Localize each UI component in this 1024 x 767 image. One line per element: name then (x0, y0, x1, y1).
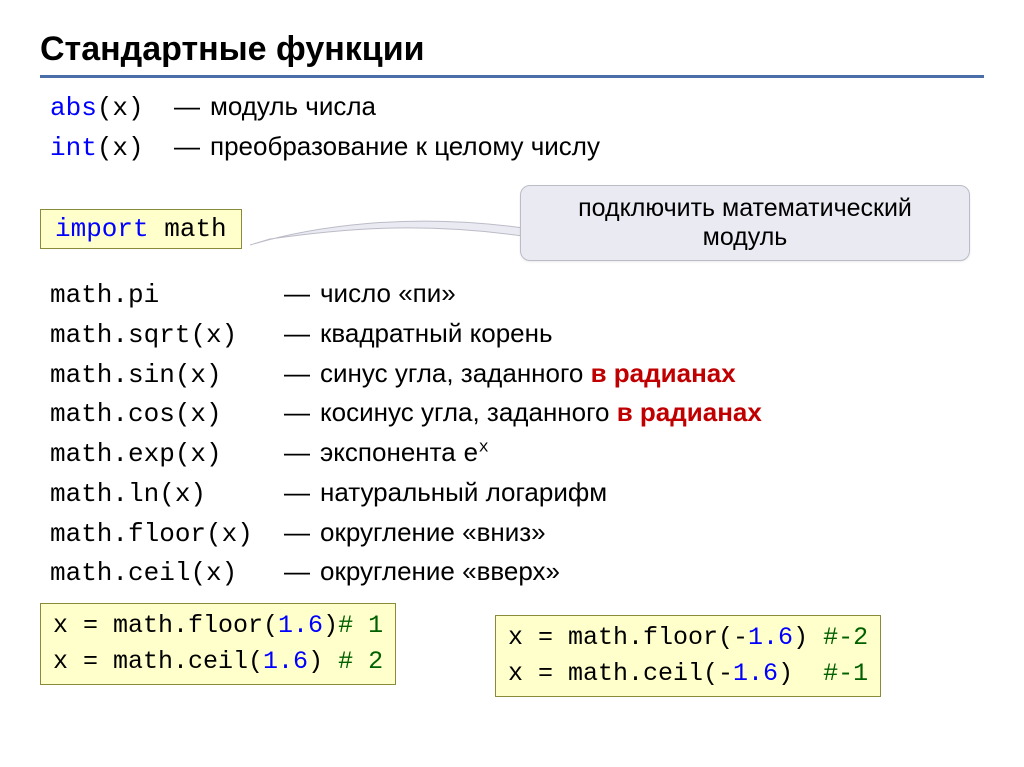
dash: — (284, 474, 310, 512)
ex-r2-b: ) (778, 659, 823, 688)
floor-args: (x) (206, 519, 253, 549)
ln-desc: натуральный логарифм (320, 474, 607, 512)
abs-desc: модуль числа (210, 88, 376, 126)
cos-red: в радианах (617, 397, 762, 427)
ex-r2-num: 1.6 (733, 659, 778, 688)
sin-code: math.sin (50, 360, 175, 390)
sqrt-args: (x) (190, 320, 237, 350)
callout-box: подключить математический модуль (520, 185, 970, 261)
pi-desc: число «пи» (320, 275, 456, 313)
exp-e: e (463, 439, 479, 469)
sqrt-code: math.sqrt (50, 320, 190, 350)
dash: — (284, 394, 310, 432)
row-ceil: math.ceil(x) — округление «вверх» (50, 553, 984, 593)
sin-red: в радианах (591, 358, 736, 388)
dash: — (284, 434, 310, 472)
import-keyword: import (55, 214, 149, 244)
dash: — (174, 88, 200, 126)
exp-desc: экспонента (320, 437, 463, 467)
ceil-code: math.ceil (50, 558, 190, 588)
row-abs: abs(x) — модуль числа (50, 88, 984, 128)
floor-desc: округление «вниз» (320, 514, 546, 552)
dash: — (284, 553, 310, 591)
example-right-box: x = math.floor(-1.6) #-2 x = math.ceil(-… (495, 615, 881, 698)
ex-l2-num: 1.6 (263, 647, 308, 676)
int-args: (x) (97, 133, 144, 163)
exp-args: (x) (175, 439, 222, 469)
import-code-box: import math (40, 209, 242, 249)
math-functions: math.pi — число «пи» math.sqrt(x) — квад… (50, 275, 984, 593)
examples-area: x = math.floor(1.6)# 1 x = math.ceil(1.6… (40, 603, 984, 698)
row-int: int(x) — преобразование к целому числу (50, 128, 984, 168)
sqrt-desc: квадратный корень (320, 315, 553, 353)
exp-code: math.exp (50, 439, 175, 469)
ex-l2-a: x = math.ceil( (53, 647, 263, 676)
example-left-box: x = math.floor(1.6)# 1 x = math.ceil(1.6… (40, 603, 396, 686)
ex-r2-c: #-1 (823, 659, 868, 688)
ceil-desc: округление «вверх» (320, 553, 560, 591)
cos-args: (x) (175, 399, 222, 429)
row-sqrt: math.sqrt(x) — квадратный корень (50, 315, 984, 355)
dash: — (284, 275, 310, 313)
row-sin: math.sin(x) — синус угла, заданного в ра… (50, 355, 984, 395)
row-pi: math.pi — число «пи» (50, 275, 984, 315)
cos-desc: косинус угла, заданного (320, 397, 617, 427)
slide: Стандартные функции abs(x) — модуль числ… (0, 0, 1024, 728)
ex-l1-c: # 1 (338, 611, 383, 640)
sin-args: (x) (175, 360, 222, 390)
row-exp: math.exp(x) — экспонента ex (50, 434, 984, 474)
ex-l1-num: 1.6 (278, 611, 323, 640)
exp-sup: x (479, 438, 489, 457)
dash: — (284, 355, 310, 393)
row-cos: math.cos(x) — косинус угла, заданного в … (50, 394, 984, 434)
ex-r1-num: 1.6 (748, 623, 793, 652)
slide-title: Стандартные функции (40, 30, 984, 78)
ex-l1-a: x = math.floor( (53, 611, 278, 640)
ex-r1-a: x = math.floor(- (508, 623, 748, 652)
abs-args: (x) (97, 93, 144, 123)
ex-r2-a: x = math.ceil(- (508, 659, 733, 688)
abs-fn: abs (50, 93, 97, 123)
dash: — (284, 315, 310, 353)
callout-arrow (250, 217, 530, 247)
ex-l1-b: ) (323, 611, 338, 640)
basic-functions: abs(x) — модуль числа int(x) — преобразо… (50, 88, 984, 167)
ex-l2-b: ) (308, 647, 338, 676)
ln-code: math.ln (50, 479, 159, 509)
row-ln: math.ln(x) — натуральный логарифм (50, 474, 984, 514)
pi-code: math.pi (50, 280, 159, 310)
import-callout-area: import math подключить математический мо… (40, 185, 984, 265)
dash: — (174, 128, 200, 166)
cos-code: math.cos (50, 399, 175, 429)
ceil-args: (x) (190, 558, 237, 588)
floor-code: math.floor (50, 519, 206, 549)
import-module: math (164, 214, 226, 244)
ex-r1-c: #-2 (823, 623, 868, 652)
dash: — (284, 514, 310, 552)
int-fn: int (50, 133, 97, 163)
ln-args: (x) (159, 479, 206, 509)
ex-l2-c: # 2 (338, 647, 383, 676)
sin-desc: синус угла, заданного (320, 358, 591, 388)
ex-r1-b: ) (793, 623, 823, 652)
row-floor: math.floor(x) — округление «вниз» (50, 514, 984, 554)
int-desc: преобразование к целому числу (210, 128, 600, 166)
